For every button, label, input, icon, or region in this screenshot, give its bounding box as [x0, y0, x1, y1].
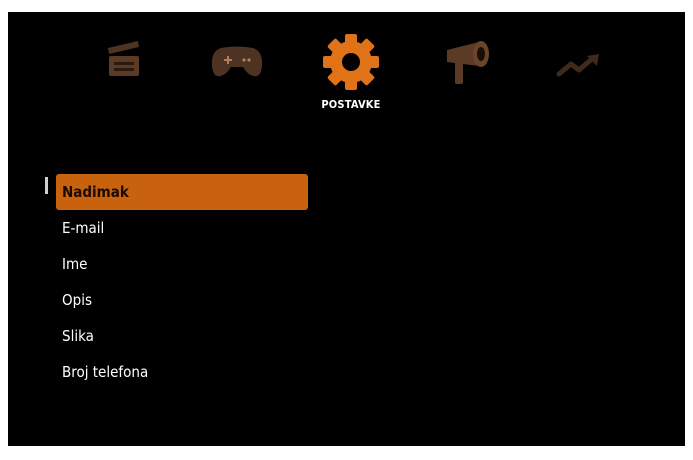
menu-item-email[interactable]: E-mail [56, 210, 308, 246]
nav-item-trending[interactable] [555, 52, 603, 80]
megaphone-icon [447, 41, 489, 84]
trending-up-icon [556, 54, 599, 77]
nav-item-games[interactable] [209, 44, 265, 80]
tv-screen: POSTAVKE Nadimak E-mail Ime Opis Slika B… [8, 12, 685, 446]
menu-item-name[interactable]: Ime [56, 246, 308, 282]
gamepad-icon [211, 46, 263, 77]
menu-item-nickname[interactable]: Nadimak [56, 174, 308, 210]
menu-item-picture[interactable]: Slika [56, 318, 308, 354]
nav-item-settings[interactable]: POSTAVKE [321, 32, 381, 111]
list-scroll-indicator [45, 177, 48, 194]
menu-item-phone-number[interactable]: Broj telefona [56, 354, 308, 390]
nav-label-settings: POSTAVKE [321, 98, 381, 111]
nav-item-announcements[interactable] [443, 40, 499, 86]
gear-icon [323, 34, 379, 90]
settings-menu-list: Nadimak E-mail Ime Opis Slika Broj telef… [56, 174, 308, 390]
clapperboard-icon [108, 41, 139, 76]
top-navigation: POSTAVKE [8, 12, 685, 122]
nav-item-video[interactable] [105, 38, 145, 78]
menu-item-description[interactable]: Opis [56, 282, 308, 318]
